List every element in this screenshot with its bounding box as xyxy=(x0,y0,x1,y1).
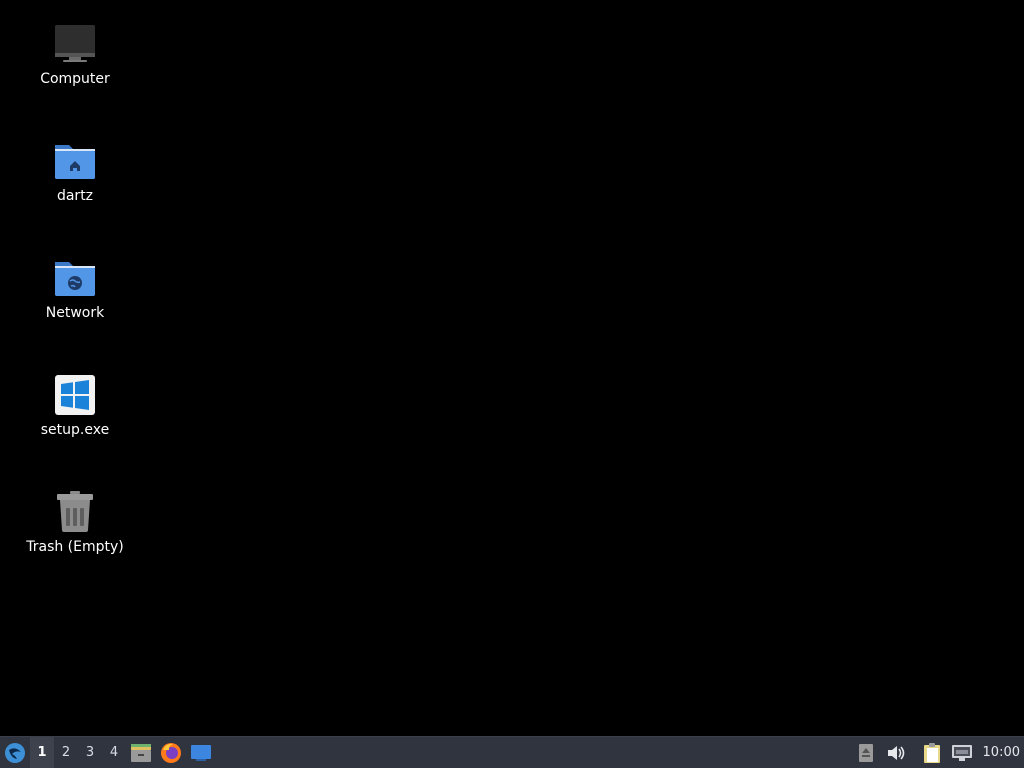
start-menu-button[interactable] xyxy=(0,737,30,768)
desktop-icon-label: Network xyxy=(45,305,105,321)
desktop-icon-label: Trash (Empty) xyxy=(26,539,124,555)
clipboard-icon xyxy=(923,742,940,763)
desktop-icon-computer[interactable]: Computer xyxy=(15,22,135,122)
distro-logo-icon xyxy=(5,742,25,763)
workspace-1[interactable]: 1 xyxy=(30,737,54,768)
volume-tray[interactable] xyxy=(881,737,911,768)
network-folder-icon xyxy=(55,262,95,296)
trash-icon xyxy=(57,491,93,532)
desktop-icon-network[interactable]: Network xyxy=(15,256,135,356)
taskbar-panel: 1 2 3 4 10:00 xyxy=(0,736,1024,768)
clipboard-tray[interactable] xyxy=(917,737,947,768)
desktop-icon xyxy=(191,744,211,761)
removable-media-tray[interactable] xyxy=(851,737,881,768)
firefox-launcher[interactable] xyxy=(156,737,186,768)
network-tray[interactable] xyxy=(947,737,977,768)
desktop[interactable]: Computer dartz Network setup.exe Trash (… xyxy=(0,0,1024,736)
file-manager-launcher[interactable] xyxy=(126,737,156,768)
firefox-icon xyxy=(161,742,181,763)
desktop-icon-home[interactable]: dartz xyxy=(15,139,135,239)
desktop-icon-trash[interactable]: Trash (Empty) xyxy=(15,490,135,590)
desktop-icon-setup-exe[interactable]: setup.exe xyxy=(15,373,135,473)
computer-icon xyxy=(55,25,95,62)
desktop-icon-label: dartz xyxy=(56,188,94,204)
clock[interactable]: 10:00 xyxy=(977,745,1024,760)
show-desktop-launcher[interactable] xyxy=(186,737,216,768)
workspace-2[interactable]: 2 xyxy=(54,737,78,768)
workspace-4[interactable]: 4 xyxy=(102,737,126,768)
workspace-3[interactable]: 3 xyxy=(78,737,102,768)
volume-icon xyxy=(887,745,904,760)
file-manager-icon xyxy=(131,743,151,762)
windows-exe-icon xyxy=(55,375,95,415)
desktop-icon-label: Computer xyxy=(40,71,110,87)
home-folder-icon xyxy=(55,145,95,179)
desktop-icon-label: setup.exe xyxy=(40,422,110,438)
network-wired-icon xyxy=(951,744,972,761)
removable-media-icon xyxy=(858,743,873,762)
